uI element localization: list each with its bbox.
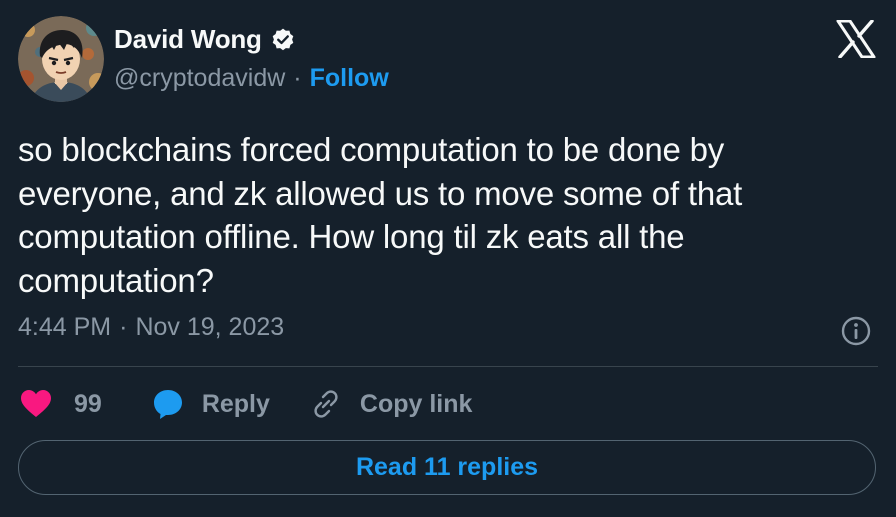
author-handle-row: @cryptodavidw · Follow [114,64,389,93]
heart-icon [20,389,52,419]
reply-button[interactable]: Reply [152,388,270,420]
info-icon[interactable] [840,315,872,347]
tweet-actions: 99 Reply Copy link [20,384,472,424]
avatar-illustration [18,16,104,102]
verified-badge-icon [270,27,296,53]
reply-bubble-icon [152,388,184,420]
read-replies-button[interactable]: Read 11 replies [18,440,876,495]
x-logo-icon[interactable] [836,19,876,59]
author-display-name[interactable]: David Wong [114,24,262,55]
like-count: 99 [74,389,102,418]
tweet-time: 4:44 PM [18,313,112,341]
author-name-row: David Wong [114,24,296,55]
avatar[interactable] [18,16,104,102]
tweet-timestamp[interactable]: 4:44 PM · Nov 19, 2023 [18,313,284,342]
divider [18,366,878,367]
copy-link-label: Copy link [359,389,473,418]
like-button[interactable]: 99 [20,389,102,419]
tweet-text: so blockchains forced computation to be … [18,131,743,299]
author-handle[interactable]: @cryptodavidw [114,64,285,93]
separator-dot: · [119,313,128,341]
tweet-date: Nov 19, 2023 [135,313,285,341]
separator-dot: · [293,64,302,92]
reply-label: Reply [201,389,270,418]
follow-button[interactable]: Follow [310,64,389,93]
tweet-embed-card: David Wong @cryptodavidw · Follow so blo… [0,0,896,517]
copy-link-button[interactable]: Copy link [310,388,473,420]
link-icon [310,388,342,420]
